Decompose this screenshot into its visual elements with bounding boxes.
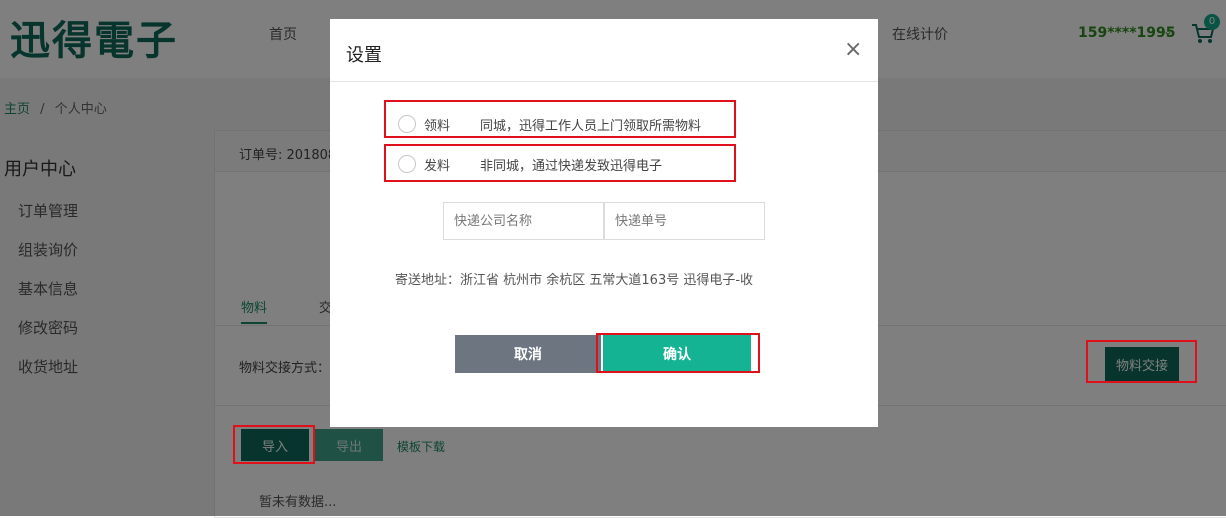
option-pickup-description: 同城，迅得工作人员上门领取所需物料 — [480, 119, 702, 134]
confirm-button[interactable]: 确认 — [603, 335, 751, 373]
radio-ship[interactable] — [398, 155, 416, 173]
settings-dialog: 设置 × 领料 同城，迅得工作人员上门领取所需物料 发料 非同城，通过快递发致迅… — [330, 19, 878, 427]
close-icon[interactable]: × — [844, 37, 862, 62]
shipping-address-text: 寄送地址：浙江省 杭州市 余杭区 五常大道163号 迅得电子-收 — [395, 273, 754, 288]
option-ship[interactable]: 发料 非同城，通过快递发致迅得电子 — [386, 152, 734, 176]
courier-company-input[interactable] — [443, 202, 604, 240]
tracking-number-input[interactable] — [604, 202, 765, 240]
option-pickup[interactable]: 领料 同城，迅得工作人员上门领取所需物料 — [386, 112, 734, 136]
option-pickup-label: 领料 — [424, 119, 451, 134]
dialog-divider — [330, 81, 878, 82]
radio-pickup[interactable] — [398, 115, 416, 133]
dialog-title: 设置 — [346, 45, 382, 66]
cancel-button[interactable]: 取消 — [455, 335, 601, 373]
option-ship-label: 发料 — [424, 159, 451, 174]
option-ship-description: 非同城，通过快递发致迅得电子 — [480, 159, 663, 174]
